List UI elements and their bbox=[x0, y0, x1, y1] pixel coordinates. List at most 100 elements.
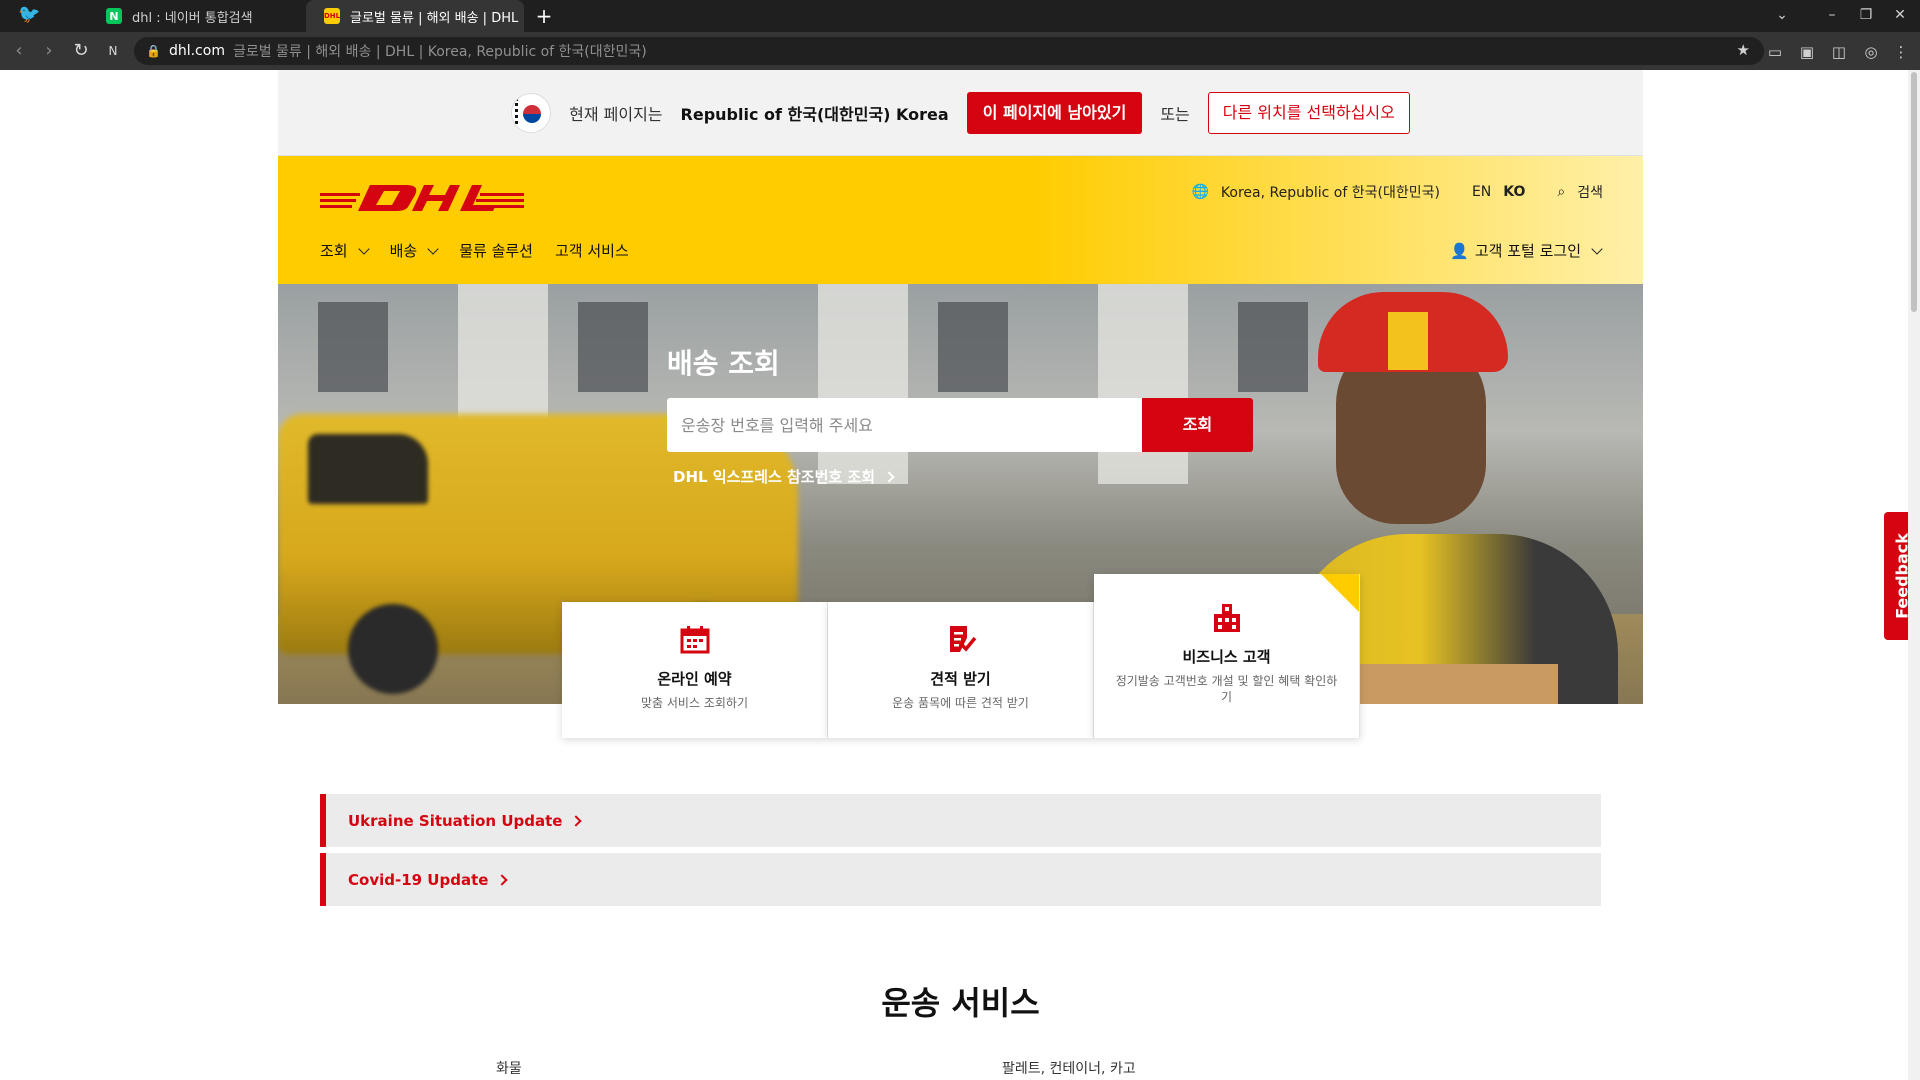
reference-link-label: DHL 익스프레스 참조번호 조회 bbox=[673, 468, 876, 486]
building-icon bbox=[1213, 604, 1240, 632]
card-title: 비즈니스 고객 bbox=[1182, 648, 1271, 666]
screenshot-icon[interactable]: ▣ bbox=[1796, 41, 1818, 63]
calendar-icon bbox=[680, 626, 709, 654]
browser-tab-dhl[interactable]: DHL 글로벌 물류 | 해외 배송 | DHL | bbox=[306, 0, 524, 32]
notice-label: Ukraine Situation Update bbox=[348, 811, 563, 830]
tab-title: 글로벌 물류 | 해외 배송 | DHL | bbox=[350, 10, 524, 26]
van-wheel bbox=[348, 604, 438, 694]
header-utilities: 🌐 Korea, Republic of 한국(대한민국) EN KO ⌕ 검색 bbox=[1191, 182, 1603, 202]
portal-login-label: 고객 포털 로그인 bbox=[1474, 242, 1581, 260]
nav-item-logistics[interactable]: 물류 솔루션 bbox=[459, 240, 533, 261]
portal-login-dropdown[interactable]: 👤 고객 포털 로그인 bbox=[1450, 240, 1603, 261]
browser-tabstrip: 🐦 N dhl : 네이버 통합검색 DHL 글로벌 물류 | 해외 배송 | … bbox=[0, 0, 1920, 32]
close-window-button[interactable]: ✕ bbox=[1882, 0, 1918, 32]
location-prefix: 현재 페이지는 bbox=[569, 104, 663, 124]
notice-ukraine[interactable]: Ukraine Situation Update bbox=[320, 794, 1601, 847]
korea-flag-icon bbox=[511, 92, 552, 133]
service-label-freight[interactable]: 화물 bbox=[496, 1058, 522, 1078]
hero-title: 배송 조회 bbox=[667, 347, 780, 380]
main-navigation: 조회 배송 물류 솔루션 고객 서비스 bbox=[320, 240, 629, 261]
sidebar-icon[interactable]: ◫ bbox=[1828, 41, 1850, 63]
quick-action-cards: 온라인 예약 맞춤 서비스 조회하기 견적 받기 운송 품목에 따른 견적 받기 bbox=[562, 574, 1360, 738]
card-business-customer[interactable]: 비즈니스 고객 정기발송 고객번호 개설 및 할인 혜택 확인하기 bbox=[1094, 574, 1360, 738]
background-window bbox=[938, 302, 1008, 392]
background-building bbox=[818, 284, 908, 484]
page-scrollbar[interactable] bbox=[1908, 70, 1920, 1080]
track-button[interactable]: 조회 bbox=[1142, 398, 1253, 452]
nav-label: 배송 bbox=[389, 242, 418, 260]
web-page: 현재 페이지는 Republic of 한국(대한민국) Korea 이 페이지… bbox=[0, 70, 1920, 1080]
nav-label: 고객 서비스 bbox=[555, 242, 629, 260]
choose-location-button[interactable]: 다른 위치를 선택하십시오 bbox=[1207, 91, 1410, 134]
nav-label: 물류 솔루션 bbox=[459, 242, 533, 260]
van-window bbox=[308, 434, 428, 504]
location-country: Republic of 한국(대한민국) Korea bbox=[680, 104, 949, 124]
service-label-pallet[interactable]: 팔레트, 컨테이너, 카고 bbox=[1002, 1058, 1136, 1078]
card-subtitle: 정기발송 고객번호 개설 및 할인 혜택 확인하기 bbox=[1115, 674, 1338, 704]
card-title: 온라인 예약 bbox=[657, 670, 732, 688]
chevron-down-icon bbox=[1591, 242, 1603, 255]
profile-icon[interactable]: ◎ bbox=[1860, 41, 1882, 63]
browser-menu-icon[interactable]: ⋮ bbox=[1890, 41, 1912, 63]
naver-favicon: N bbox=[106, 8, 122, 24]
background-building bbox=[1098, 284, 1188, 484]
card-subtitle: 운송 품목에 따른 견적 받기 bbox=[892, 696, 1029, 710]
background-window bbox=[318, 302, 388, 392]
nav-item-customer-service[interactable]: 고객 서비스 bbox=[555, 240, 629, 261]
chevron-down-icon bbox=[357, 242, 370, 255]
url-domain: dhl.com bbox=[168, 43, 225, 59]
tracking-number-input[interactable] bbox=[667, 398, 1146, 452]
or-text: 또는 bbox=[1160, 104, 1190, 124]
stay-on-page-button[interactable]: 이 페이지에 남아있기 bbox=[966, 91, 1143, 134]
cast-icon[interactable]: ▭ bbox=[1764, 41, 1786, 63]
search-icon[interactable]: ⌕ bbox=[1557, 184, 1565, 200]
nav-label: 조회 bbox=[320, 242, 348, 260]
services-section-title: 운송 서비스 bbox=[881, 984, 1040, 1022]
forward-button[interactable]: › bbox=[36, 39, 62, 63]
dhl-favicon: DHL bbox=[324, 8, 340, 24]
url-page-title: 글로벌 물류 | 해외 배송 | DHL | Korea, Republic o… bbox=[232, 44, 647, 60]
notion-extension-icon[interactable]: N bbox=[100, 39, 126, 63]
lang-ko-link[interactable]: KO bbox=[1503, 184, 1525, 200]
browser-toolbar: ‹ › ↻ N 🔒 dhl.com 글로벌 물류 | 해외 배송 | DHL |… bbox=[0, 32, 1920, 70]
globe-icon: 🌐 bbox=[1191, 184, 1209, 200]
back-button[interactable]: ‹ bbox=[6, 39, 32, 63]
restore-button[interactable]: ❐ bbox=[1848, 0, 1884, 32]
notice-label: Covid-19 Update bbox=[348, 870, 489, 889]
address-bar[interactable]: 🔒 dhl.com 글로벌 물류 | 해외 배송 | DHL | Korea, … bbox=[134, 37, 1764, 65]
user-icon: 👤 bbox=[1450, 241, 1469, 260]
chevron-right-icon bbox=[570, 814, 583, 827]
notice-covid[interactable]: Covid-19 Update bbox=[320, 853, 1601, 906]
bird-icon: 🐦 bbox=[18, 4, 41, 25]
card-title: 견적 받기 bbox=[930, 670, 991, 688]
chevron-down-icon bbox=[427, 242, 439, 255]
tab-search-icon[interactable]: ⌄ bbox=[1764, 0, 1800, 32]
lock-icon: 🔒 bbox=[146, 44, 161, 58]
card-get-quote[interactable]: 견적 받기 운송 품목에 따른 견적 받기 bbox=[828, 602, 1094, 738]
yellow-corner-accent bbox=[1321, 574, 1359, 612]
location-banner: 현재 페이지는 Republic of 한국(대한민국) Korea 이 페이지… bbox=[278, 70, 1643, 156]
chevron-right-icon bbox=[496, 873, 509, 886]
lang-en-link[interactable]: EN bbox=[1472, 184, 1491, 200]
reload-button[interactable]: ↻ bbox=[68, 39, 94, 63]
site-header: 🌐 Korea, Republic of 한국(대한민국) EN KO ⌕ 검색… bbox=[278, 156, 1643, 284]
new-tab-button[interactable]: + bbox=[532, 4, 556, 28]
region-selector[interactable]: Korea, Republic of 한국(대한민국) bbox=[1221, 182, 1440, 202]
dhl-logo[interactable] bbox=[320, 183, 524, 213]
bookmark-star-icon[interactable]: ★ bbox=[1737, 41, 1750, 59]
chevron-right-icon bbox=[883, 470, 895, 483]
courier-cap-image bbox=[1318, 292, 1508, 372]
scrollbar-thumb[interactable] bbox=[1911, 72, 1917, 312]
nav-item-ship[interactable]: 배송 bbox=[389, 240, 439, 261]
reference-tracking-link[interactable]: DHL 익스프레스 참조번호 조회 bbox=[673, 466, 895, 487]
search-link[interactable]: 검색 bbox=[1577, 182, 1603, 202]
card-online-booking[interactable]: 온라인 예약 맞춤 서비스 조회하기 bbox=[562, 602, 828, 738]
browser-tab-naver[interactable]: N dhl : 네이버 통합검색 bbox=[88, 0, 304, 32]
minimize-button[interactable]: – bbox=[1814, 0, 1850, 32]
nav-item-track[interactable]: 조회 bbox=[320, 240, 370, 261]
parcel-image bbox=[1358, 664, 1558, 704]
background-window bbox=[1238, 302, 1308, 392]
card-subtitle: 맞춤 서비스 조회하기 bbox=[641, 696, 748, 710]
tab-title: dhl : 네이버 통합검색 bbox=[132, 10, 253, 26]
background-window bbox=[578, 302, 648, 392]
